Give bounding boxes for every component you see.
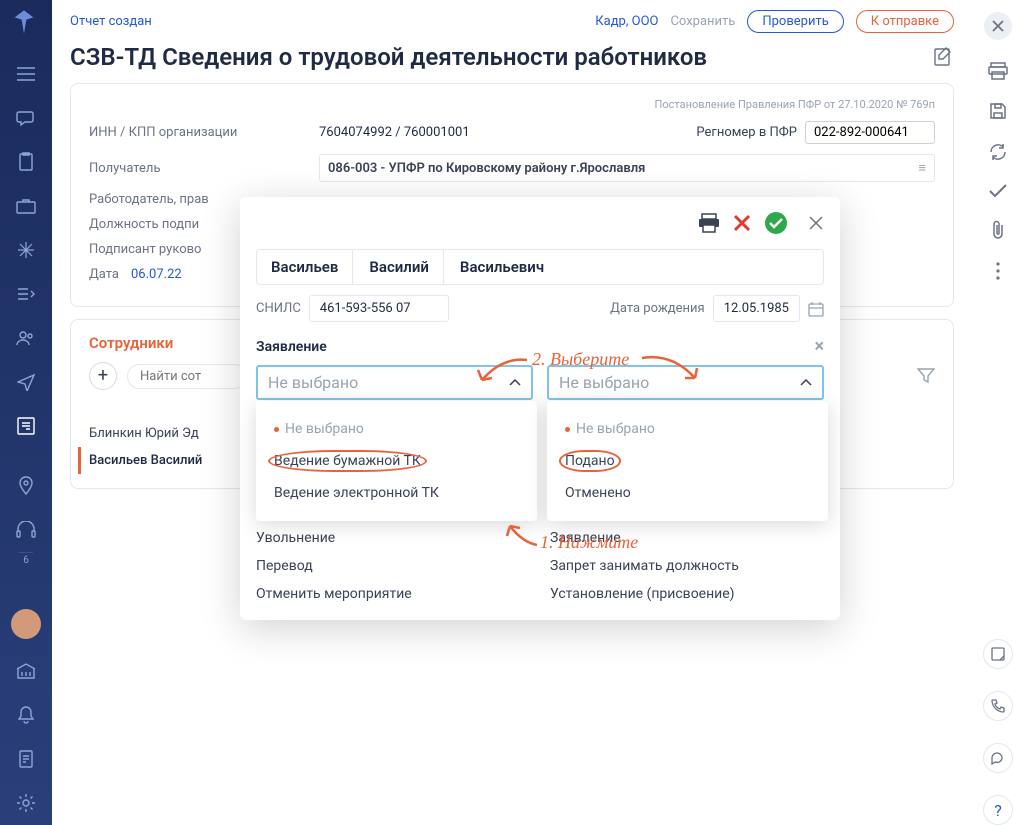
action-statement[interactable]: Заявление: [550, 530, 824, 546]
close-panel-icon[interactable]: [984, 12, 1012, 40]
dropdown-option[interactable]: Не выбрано: [553, 413, 822, 445]
reg-input[interactable]: [805, 121, 935, 144]
filter-icon[interactable]: [917, 368, 935, 384]
comment-icon[interactable]: [983, 743, 1013, 773]
clipboard-icon[interactable]: [14, 150, 38, 174]
save-link[interactable]: Сохранить: [670, 14, 735, 29]
dropdown-option[interactable]: Не выбрано: [262, 413, 531, 445]
close-modal-icon[interactable]: [808, 215, 824, 231]
topbar: Отчет создан Кадр, ООО Сохранить Провери…: [52, 0, 972, 43]
confirm-icon[interactable]: [764, 211, 788, 235]
report-status: Отчет создан: [70, 14, 152, 29]
action-cancel[interactable]: Отменить мероприятие: [256, 586, 530, 602]
dob-field[interactable]: 12.05.1985: [713, 295, 800, 322]
name-fields[interactable]: Васильев Василий Васильевич: [256, 249, 824, 285]
statement-type-dropdown: Не выбрано Не выбрано Ведение бумажной Т…: [256, 365, 533, 400]
print-icon[interactable]: [988, 62, 1008, 80]
action-ban[interactable]: Запрет занимать должность: [550, 558, 824, 574]
dropdown-option[interactable]: Ведение бумажной ТК: [262, 445, 531, 477]
report-icon[interactable]: [14, 747, 38, 771]
more-icon[interactable]: [996, 262, 1000, 280]
chevron-up-icon: [509, 379, 521, 387]
delete-icon[interactable]: [732, 213, 752, 233]
calendar-icon[interactable]: [808, 301, 824, 317]
snils-label: СНИЛС: [256, 301, 301, 316]
menu-icon[interactable]: [14, 62, 38, 86]
briefcase-icon[interactable]: [14, 194, 38, 218]
close-section-icon[interactable]: ×: [814, 336, 824, 357]
sidebar-counter: 6: [19, 552, 33, 566]
chat-icon[interactable]: [14, 106, 38, 130]
send-icon[interactable]: [14, 370, 38, 394]
status-dropdown: Не выбрано Не выбрано Подано Отменено: [547, 365, 824, 400]
attachment-icon[interactable]: [991, 220, 1005, 240]
recipient-select[interactable]: 086-003 - УПФР по Кировскому району г.Яр…: [319, 154, 935, 182]
recipient-label: Получатель: [89, 161, 319, 176]
search-employees-input[interactable]: [127, 364, 247, 389]
action-assignment[interactable]: Установление (присвоение): [550, 586, 824, 602]
date-value[interactable]: 06.07.22: [131, 267, 182, 282]
bank-icon[interactable]: [14, 659, 38, 683]
firstname-field[interactable]: Василий: [355, 250, 444, 284]
action-transfer[interactable]: Перевод: [256, 558, 530, 574]
reg-label: Регномер в ПФР: [696, 125, 797, 140]
patronymic-field[interactable]: Васильевич: [446, 250, 823, 284]
list-arrow-icon[interactable]: [14, 282, 38, 306]
dropdown-option[interactable]: Отменено: [553, 477, 822, 509]
user-avatar[interactable]: [11, 609, 41, 639]
chevron-up-icon: [800, 379, 812, 387]
app-logo-icon: [10, 8, 42, 40]
edit-icon[interactable]: [932, 46, 954, 68]
help-icon[interactable]: ?: [983, 795, 1013, 825]
section-title: Заявление: [256, 339, 327, 355]
bell-icon[interactable]: [14, 703, 38, 727]
gear-icon[interactable]: [14, 791, 38, 815]
employee-modal: Васильев Василий Васильевич СНИЛС 461-59…: [240, 197, 840, 620]
users-icon[interactable]: [14, 326, 38, 350]
form-icon[interactable]: [14, 414, 38, 438]
right-sidebar: ?: [972, 0, 1024, 825]
sync-icon[interactable]: [988, 142, 1008, 162]
print-icon[interactable]: [698, 213, 720, 233]
status-menu: Не выбрано Подано Отменено: [547, 401, 828, 521]
statement-type-menu: Не выбрано Ведение бумажной ТК Ведение э…: [256, 401, 537, 521]
dropdown-option[interactable]: Подано: [553, 445, 822, 477]
inn-label: ИНН / КПП организации: [89, 125, 319, 140]
save-disk-icon[interactable]: [989, 102, 1007, 120]
inn-value: 7604074992 / 760001001: [319, 125, 470, 140]
checkmark-icon[interactable]: [989, 184, 1007, 198]
note-icon[interactable]: [983, 639, 1013, 669]
action-dismissal[interactable]: Увольнение: [256, 530, 530, 546]
headset-icon[interactable]: [14, 518, 38, 542]
hamburger-icon: ≡: [918, 160, 926, 176]
employees-heading: Сотрудники: [89, 334, 173, 352]
pin-location-icon[interactable]: [14, 474, 38, 498]
dropdown-option[interactable]: Ведение электронной ТК: [262, 477, 531, 509]
event-actions: Увольнение Заявление Перевод Запрет зани…: [240, 520, 840, 620]
regulation-note: Постановление Правления ПФР от 27.10.202…: [89, 98, 935, 111]
phone-icon[interactable]: [983, 691, 1013, 721]
org-link[interactable]: Кадр, ООО: [595, 14, 658, 29]
surname-field[interactable]: Васильев: [257, 250, 353, 284]
add-employee-button[interactable]: +: [89, 362, 117, 390]
snils-field[interactable]: 461-593-556 07: [309, 295, 449, 322]
page-title: СЗВ-ТД Сведения о трудовой деятельности …: [70, 43, 932, 71]
dob-label: Дата рождения: [610, 301, 705, 316]
left-sidebar: 6: [0, 0, 52, 825]
date-label: Дата: [89, 267, 131, 282]
send-button[interactable]: К отправке: [856, 10, 954, 33]
check-button[interactable]: Проверить: [747, 10, 843, 33]
sparkle-icon[interactable]: [14, 238, 38, 262]
